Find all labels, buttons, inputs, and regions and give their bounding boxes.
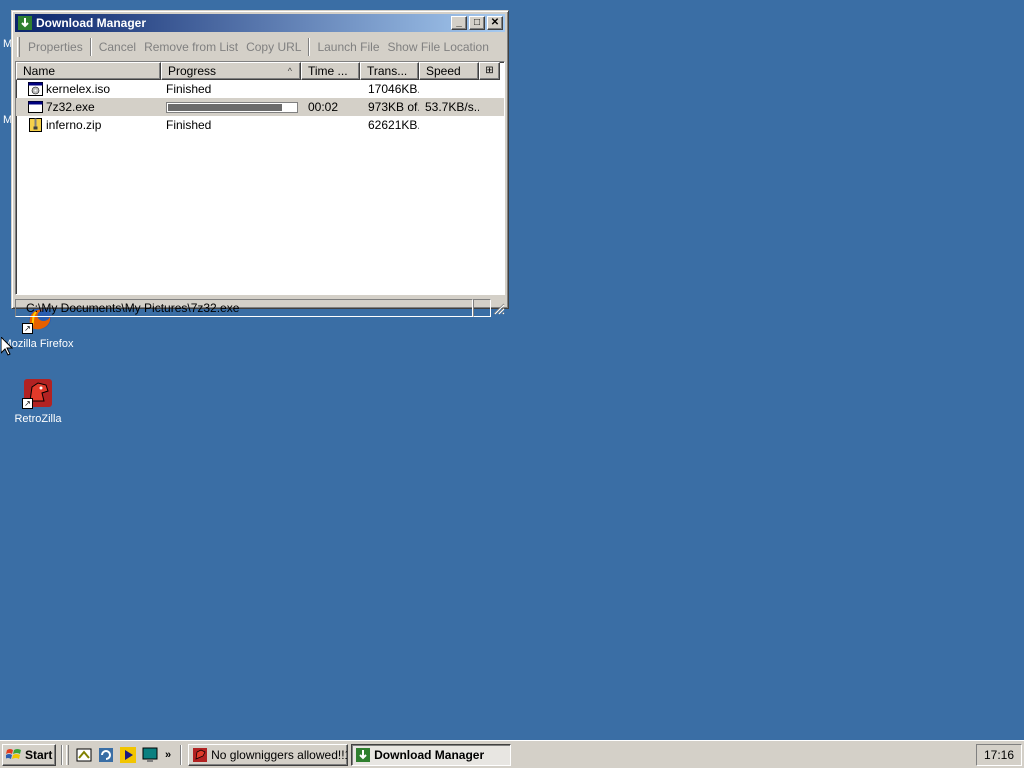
sort-ascending-icon: ^ (287, 66, 292, 76)
toolbar-separator (89, 38, 92, 56)
taskbar-button-download-manager[interactable]: Download Manager (351, 743, 512, 766)
system-tray-clock[interactable]: 17:16 (976, 744, 1022, 766)
resize-grip-icon[interactable] (491, 301, 505, 315)
executable-file-icon (28, 101, 43, 113)
column-header-progress-label: Progress (168, 64, 217, 78)
download-time: 00:02 (308, 100, 339, 114)
launch-file-button[interactable]: Launch File (313, 40, 383, 54)
column-header-row: Name Progress ^ Time ... Trans... Speed … (16, 62, 504, 80)
download-manager-window[interactable]: Download Manager _ □ ✕ Properties Cancel… (11, 10, 509, 317)
download-progress-bar (166, 101, 298, 113)
quicklaunch-chevron-icon[interactable]: » (165, 749, 171, 761)
taskbar-divider (180, 744, 183, 765)
download-speed: 53.7KB/s... (425, 100, 479, 114)
column-header-speed[interactable]: Speed (419, 62, 479, 80)
shortcut-arrow-icon: ↗ (22, 323, 33, 334)
desktop-icon-label: RetroZilla (14, 413, 62, 425)
download-progress-text: Finished (166, 82, 212, 96)
download-name-cell: inferno.zip (16, 118, 161, 132)
disc-image-file-icon (28, 82, 43, 96)
taskbar-button-label: Download Manager (374, 747, 485, 762)
download-row-selected[interactable]: 7z32.exe 00:02 973KB of... 53.7KB/s... (16, 98, 504, 116)
column-header-transferred[interactable]: Trans... (360, 62, 419, 80)
retrozilla-icon: ↗ (22, 377, 54, 409)
cancel-button[interactable]: Cancel (95, 40, 140, 54)
download-row[interactable]: kernelex.iso Finished 17046KB... (16, 80, 504, 98)
close-button[interactable]: ✕ (487, 16, 503, 30)
download-filename: kernelex.iso (46, 82, 111, 96)
zip-archive-file-icon (29, 118, 42, 132)
browser-window-icon (193, 747, 208, 762)
taskbar-divider (61, 744, 63, 765)
download-progress-text: Finished (166, 118, 212, 132)
window-title: Download Manager (36, 16, 147, 30)
desktop-icon-retrozilla[interactable]: ↗ RetroZilla (0, 377, 76, 426)
windows-logo-icon (6, 748, 21, 759)
download-row[interactable]: inferno.zip Finished 62621KB... (16, 116, 504, 134)
download-toolbar: Properties Cancel Remove from List Copy … (15, 35, 505, 59)
download-transferred: 62621KB... (368, 118, 419, 132)
properties-button[interactable]: Properties (24, 40, 87, 54)
downloads-list[interactable]: Name Progress ^ Time ... Trans... Speed … (15, 61, 505, 295)
download-transferred: 973KB of... (368, 100, 419, 114)
mouse-cursor-icon (1, 337, 13, 356)
minimize-button[interactable]: _ (451, 16, 467, 30)
start-label: Start (25, 747, 53, 762)
remove-from-list-button[interactable]: Remove from List (140, 40, 242, 54)
toolbar-separator (308, 38, 311, 56)
taskbar-button-browser[interactable]: No glowniggers allowed!!1 ... (188, 743, 349, 766)
toolbar-grip[interactable] (17, 37, 20, 57)
taskbar-button-label: No glowniggers allowed!!1 ... (211, 747, 349, 762)
status-file-path: C:\My Documents\My Pictures\7z32.exe (15, 298, 473, 317)
download-manager-icon (356, 747, 371, 762)
media-player-icon[interactable] (119, 746, 137, 764)
column-header-name[interactable]: Name (16, 62, 161, 80)
copy-url-button[interactable]: Copy URL (242, 40, 305, 54)
status-bar: C:\My Documents\My Pictures\7z32.exe (15, 298, 505, 317)
status-panel (473, 298, 491, 317)
progress-bar-fill (168, 103, 282, 111)
column-picker-icon[interactable]: ⊞ (479, 62, 500, 80)
refresh-icon[interactable] (97, 746, 115, 764)
download-manager-icon (18, 16, 32, 30)
download-progress-cell (161, 101, 301, 113)
maximize-button[interactable]: □ (469, 16, 485, 30)
download-name-cell: kernelex.iso (16, 82, 161, 96)
start-button[interactable]: Start (2, 743, 56, 766)
monitor-icon[interactable] (141, 746, 159, 764)
show-desktop-icon[interactable] (75, 746, 93, 764)
window-titlebar[interactable]: Download Manager _ □ ✕ (15, 14, 505, 32)
column-header-time[interactable]: Time ... (301, 62, 360, 80)
show-file-location-button[interactable]: Show File Location (384, 40, 493, 54)
quicklaunch-grip[interactable] (66, 744, 69, 765)
download-filename: 7z32.exe (46, 100, 95, 114)
taskbar: Start » No glowniggers allowed!!1 ... Do… (0, 740, 1024, 768)
column-header-progress[interactable]: Progress ^ (161, 62, 301, 80)
download-filename: inferno.zip (46, 118, 102, 132)
shortcut-arrow-icon: ↗ (22, 398, 33, 409)
download-name-cell: 7z32.exe (16, 100, 161, 114)
download-transferred: 17046KB... (368, 82, 419, 96)
